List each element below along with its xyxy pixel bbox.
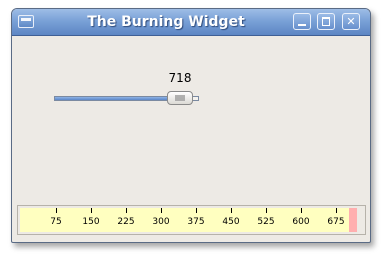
scale-tick (56, 208, 57, 213)
scale-tick (196, 208, 197, 213)
maximize-button[interactable] (317, 13, 335, 30)
scale-tick-label: 525 (257, 217, 275, 227)
scale-tick (301, 208, 302, 213)
scale-tick (91, 208, 92, 213)
scale-tick (231, 208, 232, 213)
burning-widget-frame: 75 150 225 300 375 450 525 600 675 (17, 205, 366, 235)
scale-tick-label: 300 (152, 217, 170, 227)
scale-tick-label: 75 (50, 217, 62, 227)
slider-value-label: 718 (168, 71, 192, 85)
scale-tick-label: 600 (292, 217, 310, 227)
slider-handle[interactable] (167, 91, 194, 105)
scale-tick-label: 150 (82, 217, 100, 227)
scale-tick (266, 208, 267, 213)
main-window: The Burning Widget ✕ 718 75 150 225 300 375 4… (11, 8, 371, 243)
scale-tick-label: 450 (222, 217, 240, 227)
scale-tick-label: 675 (327, 217, 345, 227)
scale-tick-label: 225 (117, 217, 135, 227)
scale-tick-label: 375 (187, 217, 205, 227)
scale-tick (161, 208, 162, 213)
close-button[interactable]: ✕ (342, 13, 360, 30)
slider-fill (55, 97, 173, 100)
burning-widget: 75 150 225 300 375 450 525 600 675 (20, 208, 358, 232)
title-bar[interactable]: The Burning Widget ✕ (12, 9, 370, 36)
window-title: The Burning Widget (87, 14, 245, 30)
window-menu-icon[interactable] (18, 15, 34, 28)
scale-tick (336, 208, 337, 213)
minimize-button[interactable] (293, 13, 311, 30)
scale-tick (126, 208, 127, 213)
